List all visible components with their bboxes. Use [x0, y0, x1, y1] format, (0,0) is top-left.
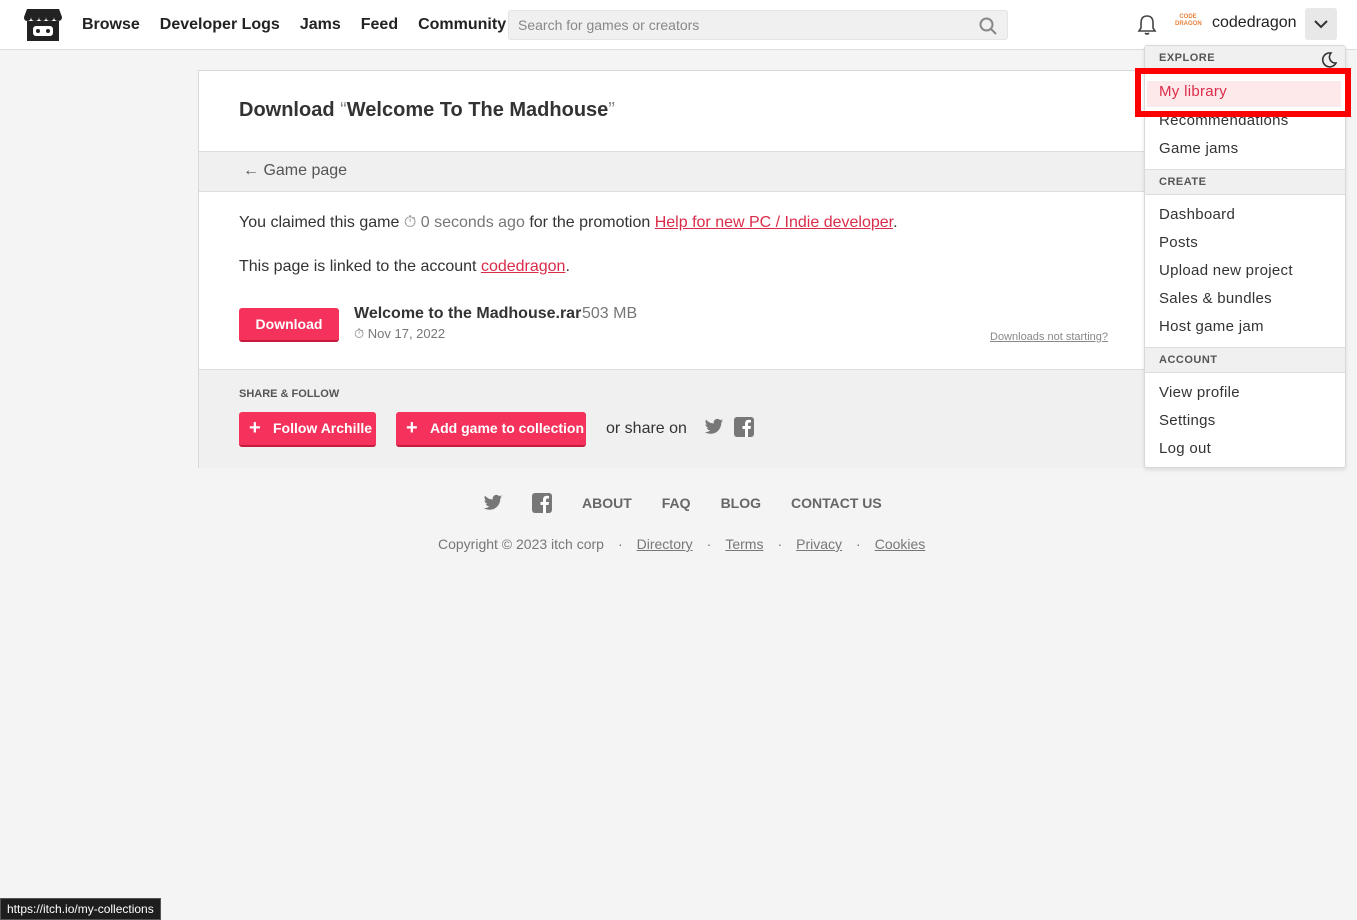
menu-host-game-jam[interactable]: Host game jam	[1159, 318, 1264, 335]
share-follow-section: SHARE & FOLLOW + Follow Archille + Add gam…	[199, 369, 1159, 468]
chevron-down-icon	[1314, 20, 1328, 29]
title-row: Download “Welcome To The Madhouse”	[199, 71, 1159, 152]
user-menu-toggle[interactable]	[1305, 8, 1337, 40]
plus-icon: +	[406, 417, 418, 439]
status-bar-url: https://itch.io/my-collections	[0, 898, 161, 920]
menu-game-jams[interactable]: Game jams	[1159, 140, 1238, 157]
terms-link[interactable]: Terms	[725, 536, 763, 552]
back-row: ← Game page	[199, 152, 1159, 192]
nav-jams[interactable]: Jams	[300, 16, 341, 34]
menu-view-profile[interactable]: View profile	[1159, 384, 1240, 401]
menu-posts[interactable]: Posts	[1159, 234, 1198, 251]
nav-feed[interactable]: Feed	[361, 16, 398, 34]
copyright-line: Copyright © 2023 itch corp · Directory ·…	[438, 536, 926, 552]
add-to-collection-button[interactable]: + Add game to collection	[396, 412, 586, 447]
footer-about-link[interactable]: ABOUT	[582, 495, 632, 511]
notifications-bell-icon[interactable]	[1137, 14, 1157, 36]
nav-community[interactable]: Community	[418, 16, 506, 34]
twitter-share-icon[interactable]	[704, 418, 724, 436]
search-icon[interactable]	[979, 17, 997, 35]
linked-account-link[interactable]: codedragon	[481, 258, 566, 275]
account-header: ACCOUNT	[1145, 347, 1345, 373]
downloads-not-starting-link[interactable]: Downloads not starting?	[990, 331, 1108, 343]
nav-developer-logs[interactable]: Developer Logs	[160, 16, 280, 34]
download-panel: Download “Welcome To The Madhouse” ← Gam…	[198, 70, 1160, 468]
avatar[interactable]: CODE DRAGON	[1175, 14, 1202, 34]
twitter-icon[interactable]	[483, 494, 503, 512]
game-page-link[interactable]: ← Game page	[243, 162, 347, 180]
create-header: CREATE	[1145, 169, 1345, 195]
file-date: ⏱ Nov 17, 2022	[354, 326, 446, 341]
footer-blog-link[interactable]: BLOG	[721, 495, 761, 511]
copyright-text: Copyright © 2023 itch corp	[438, 536, 604, 552]
nav-browse[interactable]: Browse	[82, 16, 140, 34]
search-input[interactable]	[509, 11, 969, 39]
linked-account-text: This page is linked to the account coded…	[239, 258, 570, 275]
itch-logo-icon[interactable]	[23, 7, 63, 43]
follow-button[interactable]: + Follow Archille	[239, 412, 376, 447]
menu-log-out[interactable]: Log out	[1159, 440, 1211, 457]
menu-sales-bundles[interactable]: Sales & bundles	[1159, 290, 1272, 307]
footer-faq-link[interactable]: FAQ	[662, 495, 691, 511]
dark-mode-moon-icon[interactable]	[1321, 52, 1337, 68]
page-title: Download “Welcome To The Madhouse”	[239, 99, 615, 121]
top-header: Browse Developer Logs Jams Feed Communit…	[0, 0, 1357, 50]
or-share-text: or share on	[606, 420, 687, 437]
red-annotation-box	[1135, 68, 1351, 117]
promotion-link[interactable]: Help for new PC / Indie developer	[655, 214, 893, 231]
claim-text: You claimed this game ⏱ 0 seconds ago fo…	[239, 214, 898, 231]
main-nav: Browse Developer Logs Jams Feed Communit…	[82, 0, 506, 50]
footer-links: ABOUT FAQ BLOG CONTACT US	[483, 492, 912, 514]
file-size: 503 MB	[582, 305, 638, 322]
share-label: SHARE & FOLLOW	[239, 388, 340, 400]
privacy-link[interactable]: Privacy	[796, 536, 842, 552]
cookies-link[interactable]: Cookies	[875, 536, 926, 552]
directory-link[interactable]: Directory	[637, 536, 693, 552]
facebook-share-icon[interactable]	[734, 417, 754, 437]
menu-dashboard[interactable]: Dashboard	[1159, 206, 1235, 223]
plus-icon: +	[249, 417, 261, 439]
file-name: Welcome to the Madhouse.rar	[354, 305, 582, 322]
search-box	[508, 10, 1008, 40]
username-link[interactable]: codedragon	[1212, 14, 1297, 32]
claim-time: ⏱ 0 seconds ago	[403, 214, 525, 231]
download-button[interactable]: Download	[239, 308, 339, 342]
menu-settings[interactable]: Settings	[1159, 412, 1216, 429]
menu-upload-new-project[interactable]: Upload new project	[1159, 262, 1293, 279]
facebook-icon[interactable]	[532, 493, 552, 513]
footer-contact-link[interactable]: CONTACT US	[791, 495, 882, 511]
